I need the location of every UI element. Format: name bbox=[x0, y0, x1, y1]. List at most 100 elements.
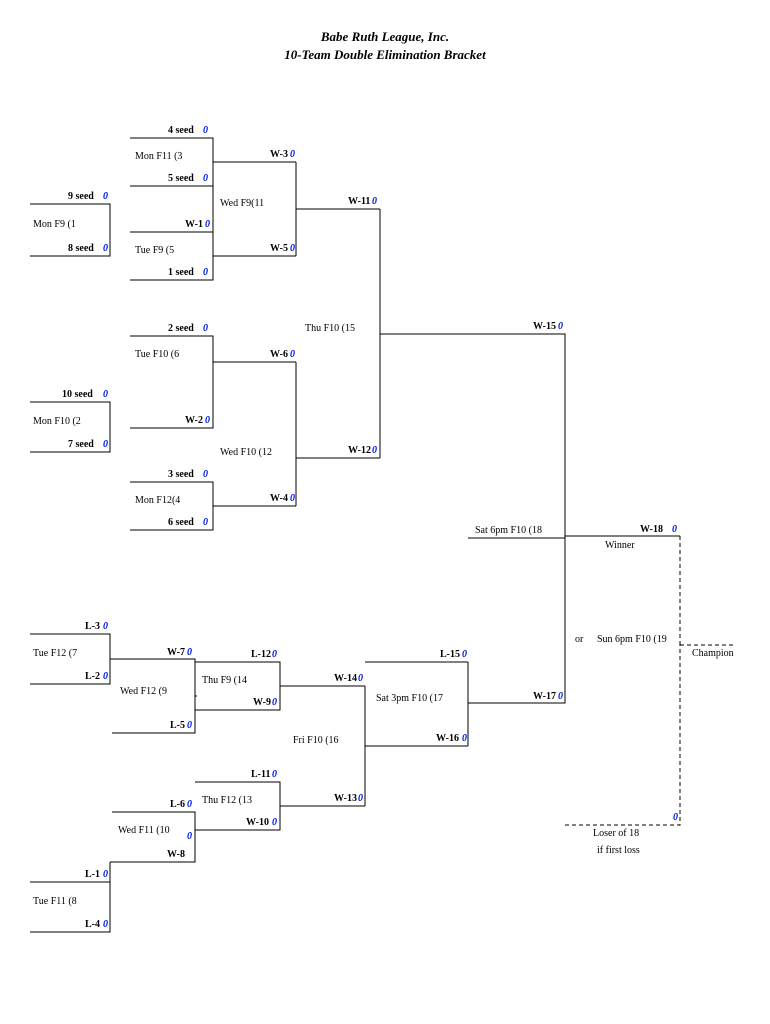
w12: W-12 bbox=[348, 445, 371, 456]
score: 0 bbox=[290, 349, 295, 360]
l11: L-11 bbox=[251, 769, 270, 780]
score: 0 bbox=[103, 191, 108, 202]
score: 0 bbox=[462, 733, 467, 744]
seed-5: 5 seed bbox=[168, 173, 194, 184]
l6: L-6 bbox=[170, 799, 185, 810]
score: 0 bbox=[372, 445, 377, 456]
w5: W-5 bbox=[270, 243, 288, 254]
game-18: Sat 6pm F10 (18 bbox=[475, 525, 542, 536]
score: 0 bbox=[272, 769, 277, 780]
w1: W-1 bbox=[185, 219, 203, 230]
game-6: Tue F10 (6 bbox=[135, 349, 179, 360]
seed-2: 2 seed bbox=[168, 323, 194, 334]
game-10: Wed F11 (10 bbox=[118, 825, 170, 836]
score: 0 bbox=[358, 793, 363, 804]
score: 0 bbox=[462, 649, 467, 660]
score: 0 bbox=[372, 196, 377, 207]
seed-8: 8 seed bbox=[68, 243, 94, 254]
w14: W-14 bbox=[334, 673, 357, 684]
seed-7: 7 seed bbox=[68, 439, 94, 450]
seed-10: 10 seed bbox=[62, 389, 93, 400]
score: 0 bbox=[103, 389, 108, 400]
score: 0 bbox=[103, 919, 108, 930]
w16: W-16 bbox=[436, 733, 459, 744]
game-17: Sat 3pm F10 (17 bbox=[376, 693, 443, 704]
score: 0 bbox=[673, 812, 678, 823]
score: 0 bbox=[672, 524, 677, 535]
w17: W-17 bbox=[533, 691, 556, 702]
w10: W-10 bbox=[246, 817, 269, 828]
l12: L-12 bbox=[251, 649, 271, 660]
seed-6: 6 seed bbox=[168, 517, 194, 528]
game-5: Tue F9 (5 bbox=[135, 245, 174, 256]
w15: W-15 bbox=[533, 321, 556, 332]
seed-3: 3 seed bbox=[168, 469, 194, 480]
score: 0 bbox=[103, 869, 108, 880]
l3: L-3 bbox=[85, 621, 100, 632]
game-15: Thu F10 (15 bbox=[305, 323, 355, 334]
score: 0 bbox=[103, 243, 108, 254]
w13: W-13 bbox=[334, 793, 357, 804]
score: 0 bbox=[290, 149, 295, 160]
w7: W-7 bbox=[167, 647, 185, 658]
score: 0 bbox=[205, 219, 210, 230]
score: 0 bbox=[103, 671, 108, 682]
game-4: Mon F12(4 bbox=[135, 495, 180, 506]
score: 0 bbox=[358, 673, 363, 684]
game-14: Thu F9 (14 bbox=[202, 675, 247, 686]
if-first-loss-label: if first loss bbox=[597, 845, 640, 856]
champion-label: Champion bbox=[692, 648, 734, 659]
w6: W-6 bbox=[270, 349, 288, 360]
score: 0 bbox=[203, 125, 208, 136]
score: 0 bbox=[205, 415, 210, 426]
score: 0 bbox=[203, 469, 208, 480]
l5: L-5 bbox=[170, 720, 185, 731]
score: 0 bbox=[103, 621, 108, 632]
l15: L-15 bbox=[440, 649, 460, 660]
score: 0 bbox=[290, 493, 295, 504]
or-label: or bbox=[575, 634, 583, 645]
seed-9: 9 seed bbox=[68, 191, 94, 202]
score: 0 bbox=[203, 173, 208, 184]
l1: L-1 bbox=[85, 869, 100, 880]
game-16: Fri F10 (16 bbox=[293, 735, 339, 746]
score: 0 bbox=[290, 243, 295, 254]
score: 0 bbox=[272, 817, 277, 828]
l2: L-2 bbox=[85, 671, 100, 682]
score: 0 bbox=[558, 691, 563, 702]
score: 0 bbox=[203, 517, 208, 528]
loser-18-label: Loser of 18 bbox=[593, 828, 639, 839]
game-7: Tue F12 (7 bbox=[33, 648, 77, 659]
score: 0 bbox=[203, 323, 208, 334]
w8: W-8 bbox=[167, 849, 185, 860]
game-19: Sun 6pm F10 (19 bbox=[597, 634, 667, 645]
bracket-svg bbox=[0, 0, 770, 1024]
w18: W-18 bbox=[640, 524, 663, 535]
winner-label: Winner bbox=[605, 540, 635, 551]
score: 0 bbox=[187, 831, 192, 842]
seed-4: 4 seed bbox=[168, 125, 194, 136]
score: 0 bbox=[187, 720, 192, 731]
w11: W-11 bbox=[348, 196, 370, 207]
score: 0 bbox=[187, 647, 192, 658]
l4: L-4 bbox=[85, 919, 100, 930]
game-2: Mon F10 (2 bbox=[33, 416, 81, 427]
score: 0 bbox=[103, 439, 108, 450]
w4: W-4 bbox=[270, 493, 288, 504]
game-9: Wed F12 (9 bbox=[120, 686, 167, 697]
score: 0 bbox=[272, 649, 277, 660]
game-1: Mon F9 (1 bbox=[33, 219, 76, 230]
game-8: Tue F11 (8 bbox=[33, 896, 77, 907]
w2: W-2 bbox=[185, 415, 203, 426]
score: 0 bbox=[272, 697, 277, 708]
seed-1: 1 seed bbox=[168, 267, 194, 278]
w3: W-3 bbox=[270, 149, 288, 160]
game-3: Mon F11 (3 bbox=[135, 151, 182, 162]
score: 0 bbox=[187, 799, 192, 810]
game-11: Wed F9(11 bbox=[220, 198, 264, 209]
game-12: Wed F10 (12 bbox=[220, 447, 272, 458]
score: 0 bbox=[203, 267, 208, 278]
game-13: Thu F12 (13 bbox=[202, 795, 252, 806]
w9: W-9 bbox=[253, 697, 271, 708]
score: 0 bbox=[558, 321, 563, 332]
